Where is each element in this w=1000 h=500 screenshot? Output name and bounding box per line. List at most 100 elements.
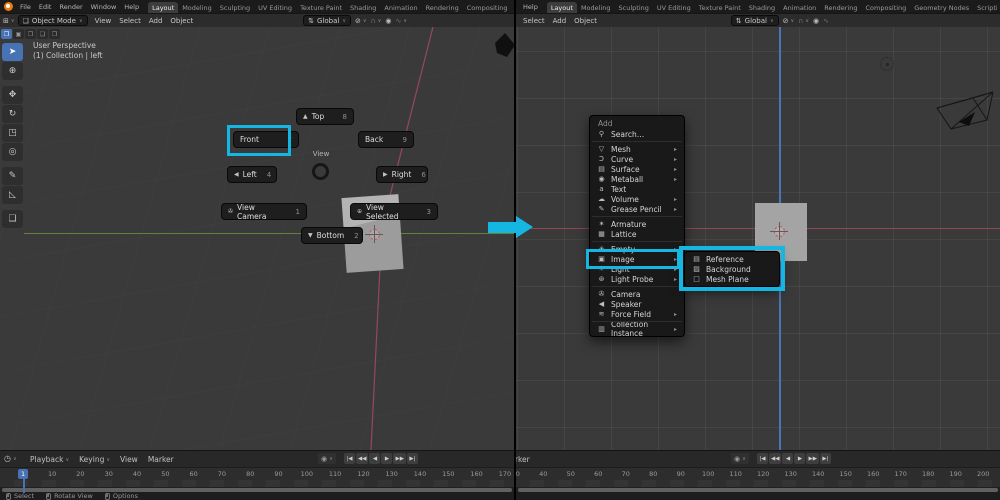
menu-row[interactable]: ☁ Volume ▸: [590, 194, 684, 204]
tool-button[interactable]: ◳: [2, 124, 23, 142]
workspace-tab[interactable]: Shading: [745, 2, 779, 13]
menu-row[interactable]: ≋ Force Field ▸: [590, 309, 684, 319]
workspace-tab[interactable]: Rendering: [422, 2, 463, 13]
playback-button[interactable]: ▶: [794, 453, 805, 464]
add-menu-item[interactable]: ▸: [590, 284, 684, 289]
workspace-tab[interactable]: Rendering: [820, 2, 861, 13]
pie-menu-item[interactable]: ▼ Bottom 2: [301, 227, 363, 244]
viewport-menu[interactable]: Select: [115, 17, 145, 25]
timeline-track-left[interactable]: [0, 480, 514, 487]
timeline-editor-button[interactable]: ◷ ∨: [4, 454, 17, 463]
playback-button[interactable]: ▶|: [407, 453, 418, 464]
pie-menu-item[interactable]: ⊕ View Selected 3: [350, 203, 438, 220]
snap-toggle-button[interactable]: ∩ ∨: [798, 17, 809, 25]
add-menu-item[interactable]: ▸: [590, 319, 684, 324]
menu-row[interactable]: ✎ Grease Pencil ▸: [590, 204, 684, 214]
viewport-menu[interactable]: Object: [570, 17, 601, 25]
playback-button[interactable]: ◀: [782, 453, 793, 464]
playback-button[interactable]: ▶▶: [806, 453, 818, 464]
viewport-3d-left[interactable]: ❐▣❐❏❐ User Perspective (1) Collection | …: [0, 27, 514, 450]
workspace-tab[interactable]: Layout: [148, 2, 178, 13]
menu-row[interactable]: ✇ Camera ▸: [590, 289, 684, 299]
falloff-button[interactable]: ∿ ∨: [395, 17, 407, 25]
camera-object[interactable]: [929, 82, 999, 132]
add-menu-item[interactable]: ✇ Camera ▸: [590, 289, 684, 299]
add-menu-item[interactable]: ✎ Grease Pencil ▸: [590, 204, 684, 214]
menu-row[interactable]: ◀ Speaker ▸: [590, 299, 684, 309]
menu-row[interactable]: ☼ Light ▸: [590, 264, 684, 274]
menu-row[interactable]: ▥ Collection Instance ▸: [590, 324, 684, 334]
auto-keying-button[interactable]: ◉ ∨: [318, 453, 336, 464]
mode-strip-icon[interactable]: ▣: [13, 29, 24, 39]
add-menu-item[interactable]: ▸: [590, 239, 684, 244]
pie-menu-item[interactable]: ◀ Left 4: [227, 166, 277, 183]
pie-menu-item[interactable]: Front 7: [233, 131, 299, 148]
light-object[interactable]: [880, 57, 894, 71]
mode-strip-icon[interactable]: ❐: [49, 29, 60, 39]
menu-row[interactable]: ▽ Mesh ▸: [590, 144, 684, 154]
current-frame-badge[interactable]: 1: [18, 469, 28, 479]
viewport-menu[interactable]: Add: [145, 17, 167, 25]
pivot-point-button[interactable]: ⊘ ∨: [783, 17, 795, 25]
workspace-tab[interactable]: Sculpting: [615, 2, 653, 13]
workspace-tab[interactable]: Modeling: [178, 2, 216, 13]
workspace-tab[interactable]: Shading: [346, 2, 380, 13]
menu-row[interactable]: ⚲ Search… ▸: [590, 129, 684, 139]
playback-button[interactable]: |◀: [757, 453, 768, 464]
viewport-menu[interactable]: Select: [519, 17, 549, 25]
viewport-3d-right[interactable]: Add ⚲ Search… ▸: [516, 27, 1000, 450]
viewport-menu[interactable]: Object: [166, 17, 197, 25]
menubar-menu[interactable]: Window: [87, 3, 121, 11]
blender-logo-icon[interactable]: [4, 2, 13, 11]
mode-strip-icon[interactable]: ❐: [1, 29, 12, 39]
menubar-menu[interactable]: Help: [519, 3, 542, 11]
menubar-menu[interactable]: File: [16, 3, 35, 11]
playback-button[interactable]: ◀◀: [769, 453, 781, 464]
menubar-menu[interactable]: Help: [120, 3, 143, 11]
playback-button[interactable]: ▶▶: [393, 453, 405, 464]
workspace-tab[interactable]: Animation: [779, 2, 820, 13]
tool-button[interactable]: ◎: [2, 143, 23, 161]
playback-button[interactable]: ▶: [381, 453, 392, 464]
tool-button[interactable]: ↻: [2, 105, 23, 123]
menu-row[interactable]: ◉ Metaball ▸: [590, 174, 684, 184]
add-menu-item[interactable]: ▸: [590, 139, 684, 144]
menu-row[interactable]: ▤ Surface ▸: [590, 164, 684, 174]
tool-button[interactable]: ✎: [2, 167, 23, 185]
workspace-tab[interactable]: Compositing: [862, 2, 911, 13]
menu-row[interactable]: ✶ Armature ▸: [590, 219, 684, 229]
timeline-menu[interactable]: Keying ∨: [79, 455, 110, 464]
menu-row[interactable]: a Text ▸: [590, 184, 684, 194]
timeline-menu[interactable]: View ∨: [120, 455, 138, 464]
viewport-menu[interactable]: Add: [549, 17, 571, 25]
menu-row[interactable]: ▣ Image ▸: [590, 254, 684, 264]
mode-strip-icon[interactable]: ❏: [37, 29, 48, 39]
camera-object-partial[interactable]: [492, 32, 514, 60]
editor-type-button[interactable]: ⊞ ∨: [3, 17, 15, 25]
playback-button[interactable]: ▶|: [820, 453, 831, 464]
add-menu-item[interactable]: ▸: [590, 214, 684, 219]
workspace-tab[interactable]: Animation: [380, 2, 421, 13]
transform-orientation-dropdown[interactable]: ⇅ Global ∨: [303, 15, 351, 26]
workspace-tab[interactable]: Texture Paint: [296, 2, 346, 13]
timeline-track-right[interactable]: [516, 480, 1000, 487]
timeline-menu[interactable]: Marker ∨: [516, 455, 530, 464]
tool-button[interactable]: ➤: [2, 43, 23, 61]
submenu-item[interactable]: □ Mesh Plane: [685, 274, 779, 284]
timeline-menu[interactable]: Marker ∨: [148, 455, 174, 464]
menu-row[interactable]: ✳ Empty ▸: [590, 244, 684, 254]
pivot-point-button[interactable]: ⊘ ∨: [355, 17, 367, 25]
add-menu-item[interactable]: ✳ Empty ▸: [590, 244, 684, 254]
add-menu-item[interactable]: ≋ Force Field ▸: [590, 309, 684, 319]
pie-menu-item[interactable]: ▲ Top 8: [296, 108, 354, 125]
workspace-tab[interactable]: Texture Paint: [695, 2, 745, 13]
falloff-button[interactable]: ∿: [823, 17, 829, 25]
workspace-tab[interactable]: Sculpting: [216, 2, 254, 13]
timeline-ruler-right[interactable]: 3040506070809010011012013014015016017018…: [516, 467, 1000, 480]
playback-button[interactable]: |◀: [344, 453, 355, 464]
add-menu-item[interactable]: ☁ Volume ▸: [590, 194, 684, 204]
add-menu-item[interactable]: ▤ Surface ▸: [590, 164, 684, 174]
menu-row[interactable]: ⊛ Light Probe ▸: [590, 274, 684, 284]
submenu-item[interactable]: ▤ Reference: [685, 254, 779, 264]
menu-row[interactable]: ▦ Lattice ▸: [590, 229, 684, 239]
